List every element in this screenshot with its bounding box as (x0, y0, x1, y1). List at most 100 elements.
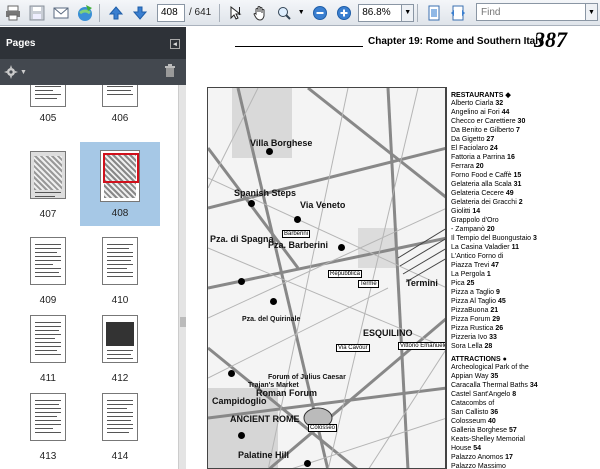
map-label-termini: Termini (406, 278, 438, 288)
legend-item-name: Da Gigetto (451, 136, 485, 143)
legend-item-number: 26 (495, 325, 504, 332)
legend-item: Palazzo Massimo (451, 462, 596, 469)
zoom-out-icon[interactable] (309, 2, 331, 24)
page-thumbnail[interactable]: 410 (88, 233, 152, 313)
page-thumbnail[interactable]: 407 (16, 147, 80, 227)
legend-item-name: La Casina Valadier (451, 244, 510, 251)
legend-item-number: 40 (487, 418, 496, 425)
legend-item: Piazza Trevi 47 (451, 261, 596, 270)
legend-item-number: 31 (513, 181, 522, 188)
legend-item-name: Palazzo Anomos (451, 454, 504, 461)
print-icon[interactable] (2, 2, 24, 24)
collapse-panel-button[interactable]: ◂ (170, 39, 180, 49)
chapter-rule (235, 46, 363, 47)
legend-item-number: 21 (490, 307, 499, 314)
zoom-level-dropdown[interactable]: ▼ (402, 3, 415, 22)
document-page: Chapter 19: Rome and Southern Italy 387 (187, 27, 600, 469)
page-thumbnail[interactable]: 413 (16, 389, 80, 469)
email-icon[interactable] (50, 2, 72, 24)
legend-item-number: 35 (490, 373, 499, 380)
next-page-icon[interactable] (129, 2, 151, 24)
legend-item-number: 25 (466, 280, 475, 287)
legend-item-name: Pizza a Taglio (451, 289, 495, 296)
legend-item-name: Keats-Shelley Memorial (451, 436, 525, 443)
legend-item-name: Galleria Borghese (451, 427, 508, 434)
zoom-in-icon[interactable] (333, 2, 355, 24)
legend-item-number: 54 (473, 445, 481, 452)
page-thumbnail[interactable]: 411 (16, 311, 80, 391)
thumbnail-label: 413 (39, 451, 57, 462)
find-input[interactable] (476, 3, 586, 21)
page-thumbnail[interactable]: 405 (16, 85, 80, 135)
legend-item-number: 27 (486, 136, 495, 143)
legend-item: Il Tempio del Buongustaio 3 (451, 234, 596, 243)
legend-item-name: - Zampanò (451, 226, 485, 233)
thumbnail-image (30, 393, 66, 441)
page-thumbnail[interactable]: 412 (88, 311, 152, 391)
previous-page-icon[interactable] (105, 2, 127, 24)
legend-item-number: 29 (492, 316, 501, 323)
options-gear-icon[interactable]: ▼ (4, 65, 27, 79)
legend-item-name: Da Benito e Gilberto (451, 127, 515, 134)
share-globe-icon[interactable] (74, 2, 96, 24)
map-label-ancient-rome: ANCIENT ROME (230, 414, 300, 424)
legend-item-name: Pica (451, 280, 465, 287)
map-label-via-cavour: Via Cavour (336, 344, 370, 352)
page-thumbnail[interactable]: 414 (88, 389, 152, 469)
save-icon[interactable] (26, 2, 48, 24)
legend-restaurants-heading: RESTAURANTS ◆ (451, 92, 511, 99)
zoom-level-input[interactable] (358, 3, 403, 22)
zoom-tool-dropdown[interactable]: ▼ (295, 4, 307, 22)
metro-station-barberini: Barberini (282, 230, 311, 238)
attractions-list: Archeological Park of the Appian Way 35 C… (451, 363, 596, 469)
fit-width-icon[interactable] (447, 2, 469, 24)
select-tool-icon[interactable] (225, 2, 247, 24)
zoom-tool-icon[interactable] (273, 2, 295, 24)
chapter-title: Chapter 19: Rome and Southern Italy (368, 36, 544, 47)
legend-item: Castel Sant'Angelo 8 (451, 390, 596, 399)
thumbnails-scrollbar[interactable] (178, 85, 186, 469)
fit-page-icon[interactable] (423, 2, 445, 24)
find-dropdown[interactable]: ▼ (586, 3, 598, 21)
legend-item-name: Gelateria Cecere (451, 190, 504, 197)
legend-item: PizzaBuona 21 (451, 306, 596, 315)
legend-item-name: Castel Sant'Angelo (451, 391, 511, 398)
page-thumbnail-selected[interactable]: 408 (80, 142, 160, 226)
legend-item-name: Caracalla Thermal Baths (451, 382, 528, 389)
legend-item-name: Palazzo Massimo (451, 463, 506, 469)
legend-item-number: 44 (501, 109, 510, 116)
legend-item: - Zampanò 20 (451, 225, 596, 234)
legend-item-name: Angelino ai Fori (451, 109, 500, 116)
restaurants-list: Alberto Ciarla 32 Angelino ai Fori 44 Chec… (451, 99, 596, 351)
page-total-label: / 641 (189, 7, 212, 18)
legend-item: Gelateria alla Scala 31 (451, 180, 596, 189)
legend-item: La Pergola 1 (451, 270, 596, 279)
thumbnail-image (102, 85, 138, 107)
legend-item-number: 36 (490, 409, 499, 416)
legend-item-name: Gelateria alla Scala (451, 181, 512, 188)
legend-item-name: House (451, 445, 472, 452)
legend-item: Colosseum 40 (451, 417, 596, 426)
legend-item-name: La Pergola (451, 271, 485, 278)
map-label-via-veneto: Via Veneto (300, 200, 346, 210)
map-label-esquilino: ESQUILINO (363, 328, 413, 338)
legend-item-name: Colosseum (451, 418, 487, 425)
map-marker (228, 370, 235, 377)
legend-item: Galleria Borghese 57 (451, 426, 596, 435)
page-thumbnail[interactable]: 406 (88, 85, 152, 135)
hand-tool-icon[interactable] (249, 2, 271, 24)
legend-item: Sora Lella 28 (451, 342, 596, 351)
legend-item-number: 57 (508, 427, 517, 434)
legend-item: Gelateria Cecere 49 (451, 189, 596, 198)
map-label-terme: Terme (358, 280, 379, 288)
toolbar-separator (99, 3, 100, 22)
legend-item: Pizza Al Taglio 45 (451, 297, 596, 306)
page-number-input[interactable] (157, 3, 185, 22)
legend-item-number: 32 (495, 100, 504, 107)
page-thumbnail[interactable]: 409 (16, 233, 80, 313)
delete-page-icon[interactable] (164, 64, 176, 83)
pages-panel-tools: ▼ (0, 59, 186, 85)
scrollbar-thumb[interactable] (180, 317, 186, 327)
legend-item-name: Gelateria dei Gracchi (451, 199, 517, 206)
legend-item-number: 9 (496, 289, 500, 296)
